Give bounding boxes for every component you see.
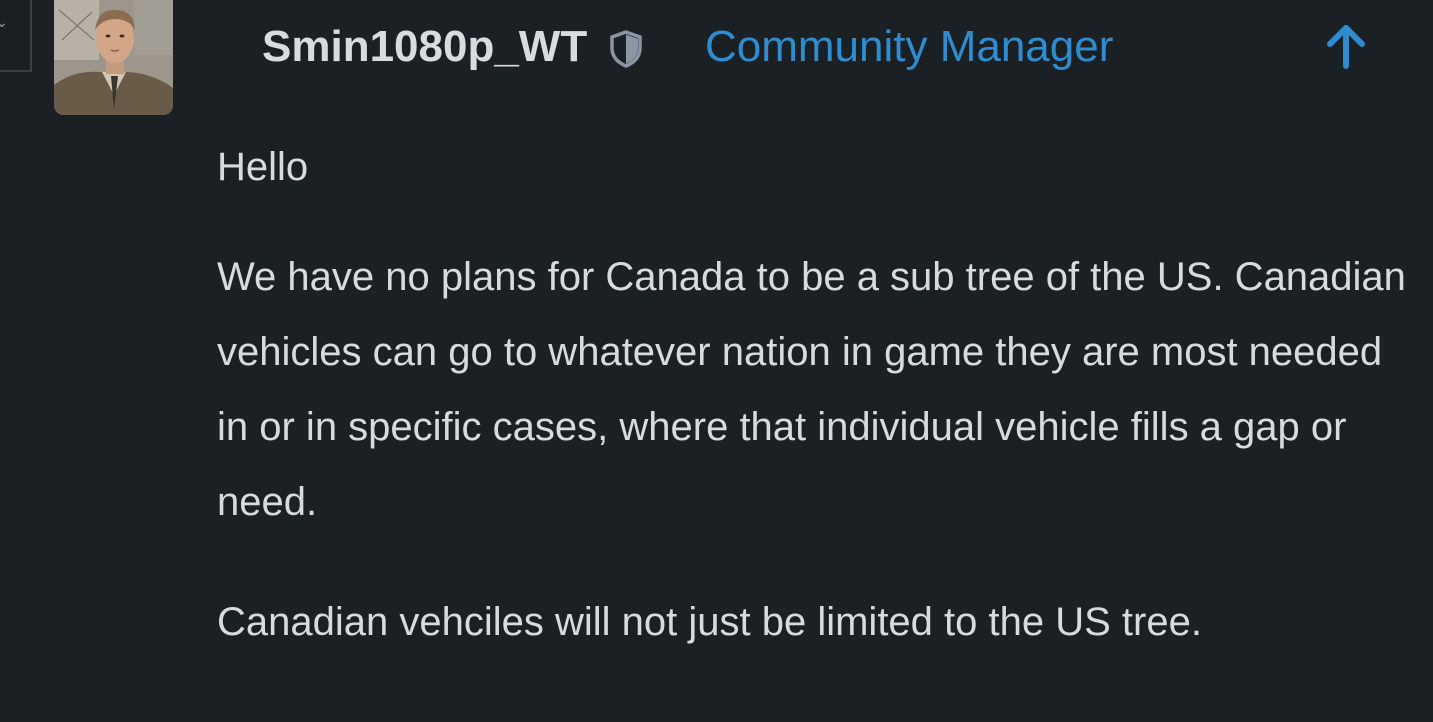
avatar[interactable] <box>54 0 173 115</box>
user-title: Community Manager <box>705 22 1114 71</box>
post-paragraph: Canadian vehciles will not just be limit… <box>217 600 1202 644</box>
post-paragraph: We have no plans for Canada to be a sub … <box>217 255 1406 524</box>
shield-icon <box>609 30 643 68</box>
post-greeting: Hello <box>217 145 309 189</box>
chevron-down-icon[interactable]: ⌄ <box>0 15 8 29</box>
arrow-up-icon[interactable] <box>1322 22 1370 70</box>
thread-connector <box>0 0 32 72</box>
post-header: Smin1080p_WT Community Manager <box>262 18 1392 74</box>
avatar-portrait <box>54 0 173 115</box>
username[interactable]: Smin1080p_WT <box>262 22 587 72</box>
